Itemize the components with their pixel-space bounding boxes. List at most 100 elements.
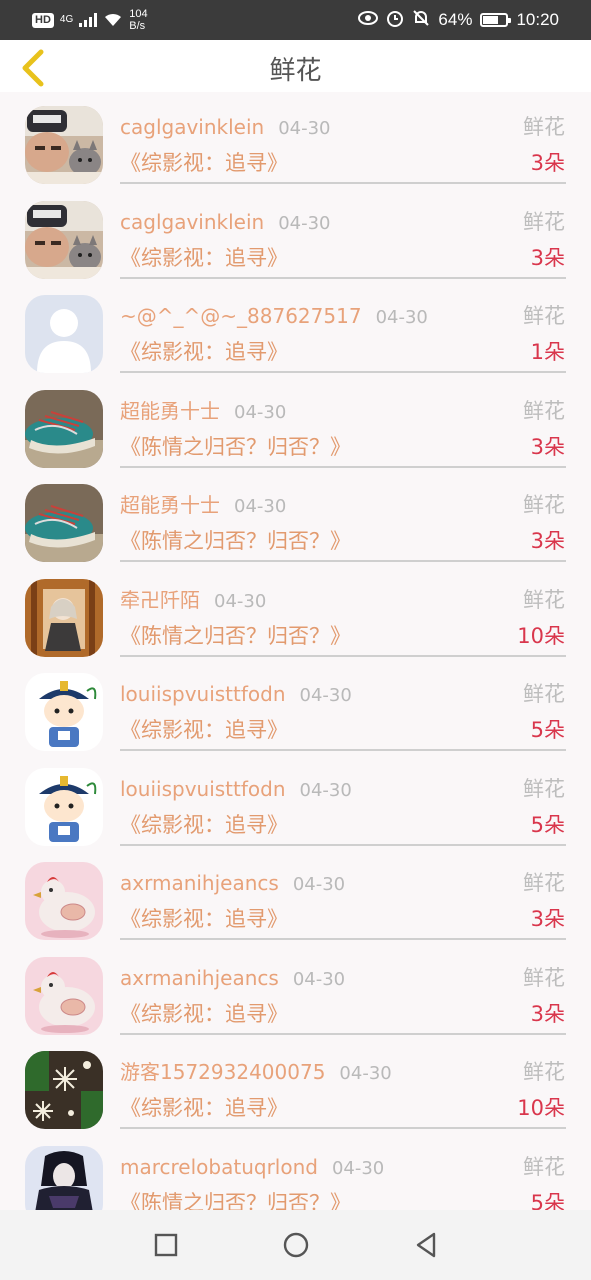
- user-name[interactable]: 超能勇十士: [120, 399, 220, 423]
- show-title[interactable]: 《综影视：追寻》: [120, 1000, 288, 1028]
- home-button[interactable]: [281, 1230, 311, 1260]
- flower-count: 5朵: [530, 718, 565, 742]
- gift-date: 04-30: [234, 496, 287, 517]
- page-title: 鲜花: [269, 56, 322, 86]
- user-name[interactable]: 超能勇十士: [120, 493, 220, 517]
- user-name[interactable]: 游客1572932400075: [120, 1060, 325, 1084]
- user-name-line: axrmanihjeancs 04-30: [120, 965, 345, 993]
- back-triangle-icon: [416, 1232, 435, 1258]
- battery-percent: 64%: [438, 10, 473, 29]
- status-left: HD 4G 104 B/s: [32, 8, 148, 32]
- show-title[interactable]: 《综影视：追寻》: [120, 149, 288, 177]
- avatar[interactable]: [25, 389, 103, 468]
- gift-row[interactable]: axrmanihjeancs 04-30 鲜花 《综影视：追寻》 3朵: [0, 848, 591, 943]
- user-name[interactable]: marcrelobatuqrlond: [120, 1155, 318, 1179]
- show-title[interactable]: 《综影视：追寻》: [120, 905, 288, 933]
- gift-date: 04-30: [278, 118, 331, 139]
- avatar[interactable]: [25, 295, 103, 373]
- user-name-line: louiispvuisttfodn 04-30: [120, 681, 352, 709]
- gift-date: 04-30: [339, 1063, 392, 1084]
- gift-type: 鲜花: [523, 493, 565, 517]
- gift-list[interactable]: caglgavinklein 04-30 鲜花 《综影视：追寻》 3朵 caglg…: [0, 92, 591, 1210]
- show-title[interactable]: 《陈情之归否？归否？》: [120, 433, 351, 461]
- user-name-line: caglgavinklein 04-30: [120, 114, 331, 142]
- row-divider: [120, 1032, 566, 1035]
- row-divider: [120, 938, 566, 940]
- recent-apps-button[interactable]: [151, 1230, 181, 1260]
- show-title[interactable]: 《综影视：追寻》: [120, 338, 288, 366]
- gift-type: 鲜花: [523, 304, 565, 328]
- gift-row[interactable]: caglgavinklein 04-30 鲜花 《综影视：追寻》 3朵: [0, 187, 591, 282]
- avatar[interactable]: [25, 200, 103, 279]
- row-divider: [120, 560, 566, 562]
- net-speed-value: 104: [129, 8, 148, 20]
- gift-row[interactable]: marcrelobatuqrlond 04-30 鲜花 《陈情之归否？归否？》 5…: [0, 1132, 591, 1211]
- user-name[interactable]: axrmanihjeancs: [120, 966, 279, 990]
- show-title[interactable]: 《综影视：追寻》: [120, 716, 288, 744]
- gift-row[interactable]: axrmanihjeancs 04-30 鲜花 《综影视：追寻》 3朵: [0, 943, 591, 1038]
- gift-date: 04-30: [292, 874, 346, 895]
- avatar[interactable]: [25, 484, 103, 562]
- gift-type: 鲜花: [523, 587, 565, 612]
- avatar[interactable]: [25, 1051, 103, 1129]
- gift-row[interactable]: caglgavinklein 04-30 鲜花 《综影视：追寻》 3朵: [0, 92, 591, 187]
- show-title[interactable]: 《陈情之归否？归否？》: [120, 622, 351, 650]
- avatar[interactable]: [25, 1145, 103, 1210]
- show-title[interactable]: 《综影视：追寻》: [120, 244, 288, 272]
- mute-bell-icon: [412, 9, 430, 32]
- show-title[interactable]: 《陈情之归否？归否？》: [120, 527, 351, 555]
- signal-icon: [79, 13, 98, 27]
- net-speed: 104 B/s: [129, 8, 147, 32]
- gift-date: 04-30: [299, 685, 352, 706]
- recent-apps-icon: [154, 1233, 177, 1257]
- flower-count: 5朵: [530, 1190, 565, 1211]
- show-title[interactable]: 《综影视：追寻》: [120, 811, 288, 839]
- flower-count: 3朵: [530, 1001, 565, 1026]
- user-name-line: marcrelobatuqrlond 04-30: [120, 1154, 384, 1182]
- show-title[interactable]: 《综影视：追寻》: [120, 1094, 288, 1122]
- flower-count: 3朵: [530, 245, 565, 270]
- avatar[interactable]: [25, 673, 103, 751]
- clock: 10:20: [516, 10, 559, 29]
- gift-date: 04-30: [278, 212, 331, 234]
- gift-date: 04-30: [234, 401, 287, 423]
- avatar[interactable]: [25, 956, 103, 1035]
- avatar[interactable]: [25, 578, 103, 657]
- gift-type: 鲜花: [523, 871, 565, 895]
- gift-row[interactable]: 超能勇十士 04-30 鲜花 《陈情之归否？归否？》 3朵: [0, 470, 591, 565]
- gift-row[interactable]: louiispvuisttfodn 04-30 鲜花 《综影视：追寻》 5朵: [0, 659, 591, 754]
- gift-type: 鲜花: [523, 209, 565, 234]
- user-name[interactable]: louiispvuisttfodn: [120, 682, 286, 706]
- avatar[interactable]: [25, 862, 103, 940]
- back-nav-button[interactable]: [411, 1230, 441, 1260]
- gift-row[interactable]: 超能勇十士 04-30 鲜花 《陈情之归否？归否？》 3朵: [0, 376, 591, 471]
- gift-date: 04-30: [299, 779, 352, 801]
- hd-badge: HD: [32, 12, 54, 28]
- row-divider: [120, 182, 566, 184]
- user-name[interactable]: caglgavinklein: [120, 210, 264, 234]
- row-divider: [120, 749, 566, 751]
- user-name[interactable]: louiispvuisttfodn: [120, 777, 286, 801]
- show-title[interactable]: 《陈情之归否？归否？》: [120, 1189, 351, 1211]
- gift-date: 04-30: [214, 590, 267, 612]
- gift-row[interactable]: 游客1572932400075 04-30 鲜花 《综影视：追寻》 10朵: [0, 1037, 591, 1132]
- row-divider: [120, 654, 566, 657]
- gift-row[interactable]: ~@^_^@~_887627517 04-30 鲜花 《综影视：追寻》 1朵: [0, 281, 591, 376]
- wifi-icon: [103, 11, 123, 30]
- avatar[interactable]: [25, 106, 103, 184]
- gift-row[interactable]: louiispvuisttfodn 04-30 鲜花 《综影视：追寻》 5朵: [0, 754, 591, 849]
- gift-type: 鲜花: [523, 1154, 565, 1179]
- user-name[interactable]: axrmanihjeancs: [120, 871, 279, 895]
- gift-date: 04-30: [375, 307, 428, 328]
- user-name-line: louiispvuisttfodn 04-30: [120, 776, 352, 804]
- user-name[interactable]: ~@^_^@~_887627517: [120, 304, 362, 328]
- user-name[interactable]: caglgavinklein: [120, 115, 264, 139]
- gift-type: 鲜花: [523, 398, 565, 423]
- avatar[interactable]: [25, 767, 103, 846]
- row-divider: [120, 276, 566, 279]
- flower-count: 3朵: [530, 151, 565, 175]
- user-name[interactable]: 牵卍阡陌: [120, 588, 200, 612]
- row-divider: [120, 465, 566, 468]
- user-name-line: caglgavinklein 04-30: [120, 209, 331, 237]
- gift-row[interactable]: 牵卍阡陌 04-30 鲜花 《陈情之归否？归否？》 10朵: [0, 565, 591, 660]
